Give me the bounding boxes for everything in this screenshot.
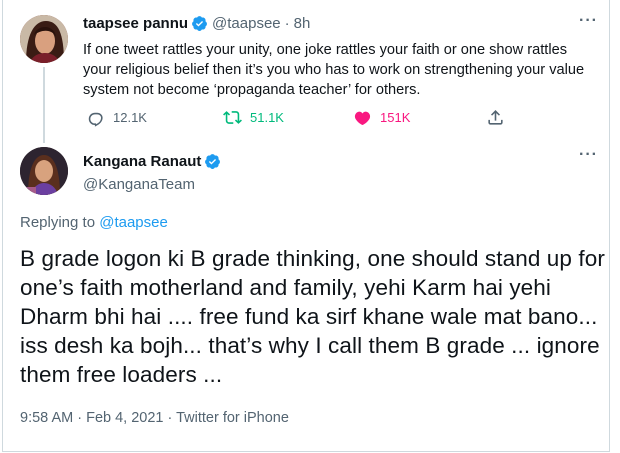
tweet-time[interactable]: 8h — [294, 15, 311, 32]
more-options-icon[interactable]: ··· — [579, 146, 598, 164]
thread-connector-line — [43, 67, 45, 143]
tweet-thread: taapsee pannu @taapsee · 8h ··· If one t… — [2, 0, 610, 452]
author-handle[interactable]: @taapsee — [212, 15, 281, 32]
replying-to-line: Replying to @taapsee — [20, 214, 168, 231]
retweet-count: 51.1K — [250, 110, 284, 125]
author-name[interactable]: taapsee pannu — [83, 15, 188, 32]
tweet-action-bar: 12.1K 51.1K 151K — [83, 108, 523, 130]
verified-badge-icon — [192, 16, 207, 31]
reply-button[interactable]: 12.1K — [86, 108, 147, 127]
replying-to-link[interactable]: @taapsee — [99, 214, 168, 231]
share-button[interactable] — [486, 108, 505, 127]
like-count: 151K — [380, 110, 411, 125]
reply-tweet-text: B grade logon ki B grade thinking, one s… — [20, 246, 605, 387]
verified-badge-icon — [205, 154, 221, 169]
original-tweet-header: taapsee pannu @taapsee · 8h — [83, 15, 310, 32]
replying-to-label: Replying to — [20, 214, 96, 231]
reply-author-name[interactable]: Kangana Ranaut — [83, 153, 201, 170]
like-button[interactable]: 151K — [353, 108, 410, 127]
retweet-icon — [223, 111, 242, 124]
share-icon — [488, 110, 503, 125]
reply-icon — [88, 112, 103, 127]
more-options-icon[interactable]: ··· — [579, 12, 598, 30]
taapsee-avatar[interactable] — [20, 15, 68, 63]
kangana-avatar[interactable] — [20, 147, 68, 195]
reply-count: 12.1K — [113, 110, 147, 125]
reply-author-header: Kangana Ranaut — [83, 153, 225, 170]
retweet-button[interactable]: 51.1K — [223, 108, 284, 127]
separator-dot: · — [284, 15, 290, 32]
heart-icon — [354, 111, 371, 126]
original-tweet-text: If one tweet rattles your unity, one jok… — [83, 42, 585, 98]
reply-author-handle[interactable]: @KanganaTeam — [83, 176, 195, 193]
tweet-timestamp[interactable]: 9:58 AM · Feb 4, 2021 · Twitter for iPho… — [20, 410, 289, 426]
